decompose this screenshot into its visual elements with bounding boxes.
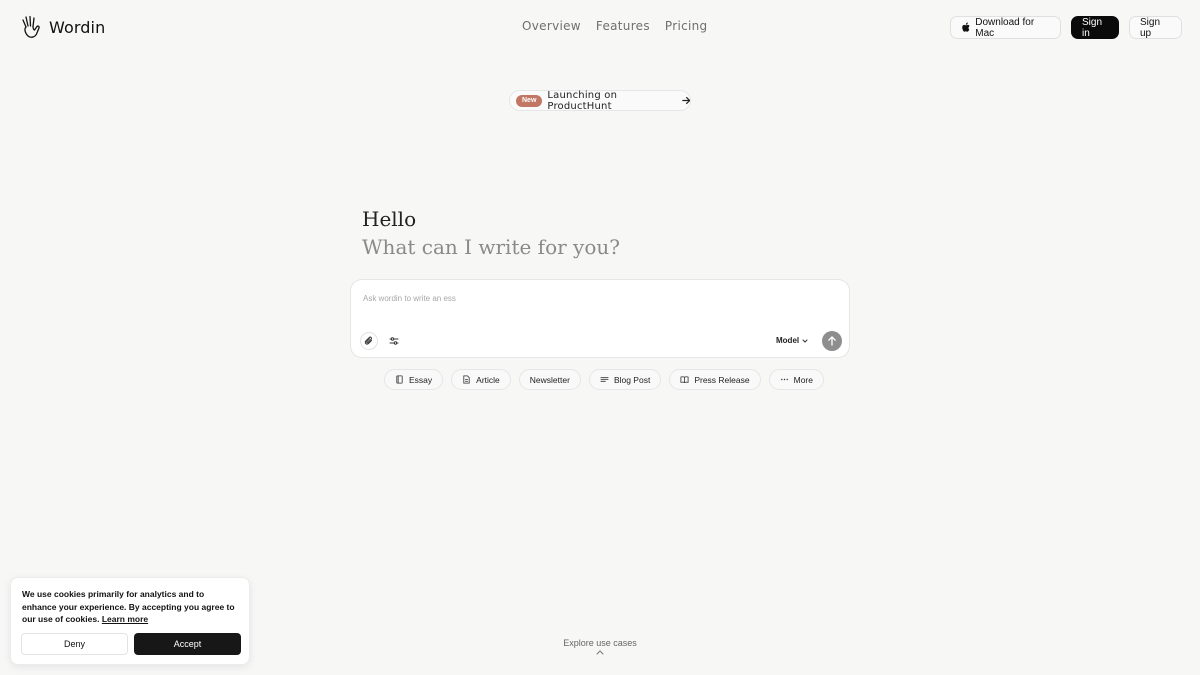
hand-wave-icon [22,15,40,38]
new-badge: New [516,94,543,107]
arrow-right-icon [681,96,690,105]
producthunt-announcement[interactable]: New Launching on ProductHunt [509,89,691,112]
download-mac-button[interactable]: Download for Mac [950,16,1061,39]
chip-article[interactable]: Article [451,369,511,390]
header-actions: Download for Mac Sign in Sign up [950,16,1182,39]
brand-name: Wordin [49,17,106,37]
download-mac-label: Download for Mac [975,16,1035,39]
hero-title: Hello [362,207,417,231]
chip-press-release[interactable]: Press Release [669,369,761,390]
signin-button[interactable]: Sign in [1071,16,1119,39]
apple-icon [962,22,970,32]
nav-features[interactable]: Features [596,19,650,33]
chip-press-release-label: Press Release [694,374,750,385]
chip-article-label: Article [476,374,500,385]
chip-blog-post-label: Blog Post [613,374,651,385]
template-chips: Essay Article Newsletter Blog Post Press… [384,369,824,390]
chip-newsletter-label: Newsletter [529,374,570,385]
prompt-box: Model [350,279,850,358]
options-button[interactable] [385,332,403,350]
nav-pricing[interactable]: Pricing [665,19,708,33]
explore-use-cases[interactable]: Explore use cases [0,638,1200,648]
ellipsis-icon [780,378,788,381]
model-label: Model [776,336,800,345]
main-nav: Overview Features Pricing [522,19,707,33]
hero-subtitle: What can I write for you? [362,235,620,259]
chip-newsletter[interactable]: Newsletter [518,369,581,390]
cookie-message: We use cookies primarily for analytics a… [22,588,240,626]
attach-button[interactable] [360,332,378,350]
announcement-text: Launching on ProductHunt [547,89,618,112]
chip-more-label: More [793,374,813,385]
site-header: Wordin Overview Features Pricing Downloa… [0,0,1200,56]
prompt-input[interactable] [363,290,833,306]
cookie-learn-more-link[interactable]: Learn more [102,614,148,624]
book-icon [396,375,403,384]
nav-overview[interactable]: Overview [522,19,581,33]
arrow-up-icon [828,336,836,346]
open-book-icon [680,376,689,384]
cookie-banner: We use cookies primarily for analytics a… [10,577,250,665]
chevron-up-icon[interactable] [595,649,605,655]
chip-essay[interactable]: Essay [384,369,444,390]
chip-more[interactable]: More [768,369,824,390]
sliders-icon [389,337,399,345]
brand-logo[interactable]: Wordin [20,15,105,39]
chip-blog-post[interactable]: Blog Post [588,369,662,390]
send-button[interactable] [822,331,842,351]
chevron-down-icon [802,339,808,343]
document-icon [463,375,470,384]
model-selector[interactable]: Model [776,336,808,345]
chip-essay-label: Essay [409,374,433,385]
signup-button[interactable]: Sign up [1129,16,1182,39]
paperclip-icon [364,336,372,345]
lines-icon [600,377,609,382]
